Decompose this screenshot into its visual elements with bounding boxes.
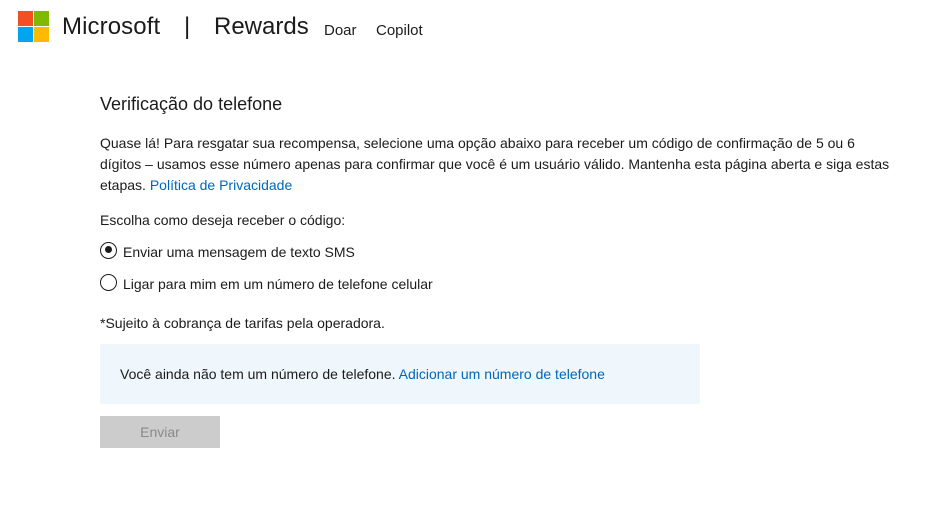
- call-radio[interactable]: [100, 273, 117, 291]
- brand-name[interactable]: Microsoft: [62, 12, 160, 42]
- product-name[interactable]: Rewards: [214, 12, 309, 42]
- carrier-charges-note: *Sujeito à cobrança de tarifas pela oper…: [100, 315, 385, 331]
- privacy-policy-link[interactable]: Política de Privacidade: [150, 177, 292, 193]
- brand-divider: |: [184, 13, 191, 40]
- nav-link-copilot[interactable]: Copilot: [376, 21, 423, 41]
- page-title: Verificação do telefone: [100, 94, 283, 114]
- send-button[interactable]: Enviar: [100, 416, 220, 448]
- sms-option-label[interactable]: Enviar uma mensagem de texto SMS: [123, 242, 355, 262]
- top-header: Microsoft | Rewards Doar Copilot: [0, 0, 940, 56]
- choose-method-label: Escolha como deseja receber o código:: [100, 212, 346, 228]
- call-option-label[interactable]: Ligar para mim em um número de telefone …: [123, 274, 433, 294]
- sms-radio[interactable]: [100, 241, 117, 259]
- no-phone-text: Você ainda não tem um número de telefone…: [120, 366, 399, 382]
- microsoft-logo-icon[interactable]: [18, 11, 49, 42]
- no-phone-info-box: Você ainda não tem um número de telefone…: [100, 344, 700, 404]
- add-phone-number-link[interactable]: Adicionar um número de telefone: [399, 366, 605, 382]
- option-call[interactable]: Ligar para mim em um número de telefone …: [100, 270, 900, 294]
- phone-verification-panel: Verificação do telefone Quase lá! Para r…: [100, 92, 900, 448]
- nav-link-doar[interactable]: Doar: [324, 21, 357, 41]
- intro-paragraph: Quase lá! Para resgatar sua recompensa, …: [100, 133, 900, 196]
- option-sms[interactable]: Enviar uma mensagem de texto SMS: [100, 238, 900, 262]
